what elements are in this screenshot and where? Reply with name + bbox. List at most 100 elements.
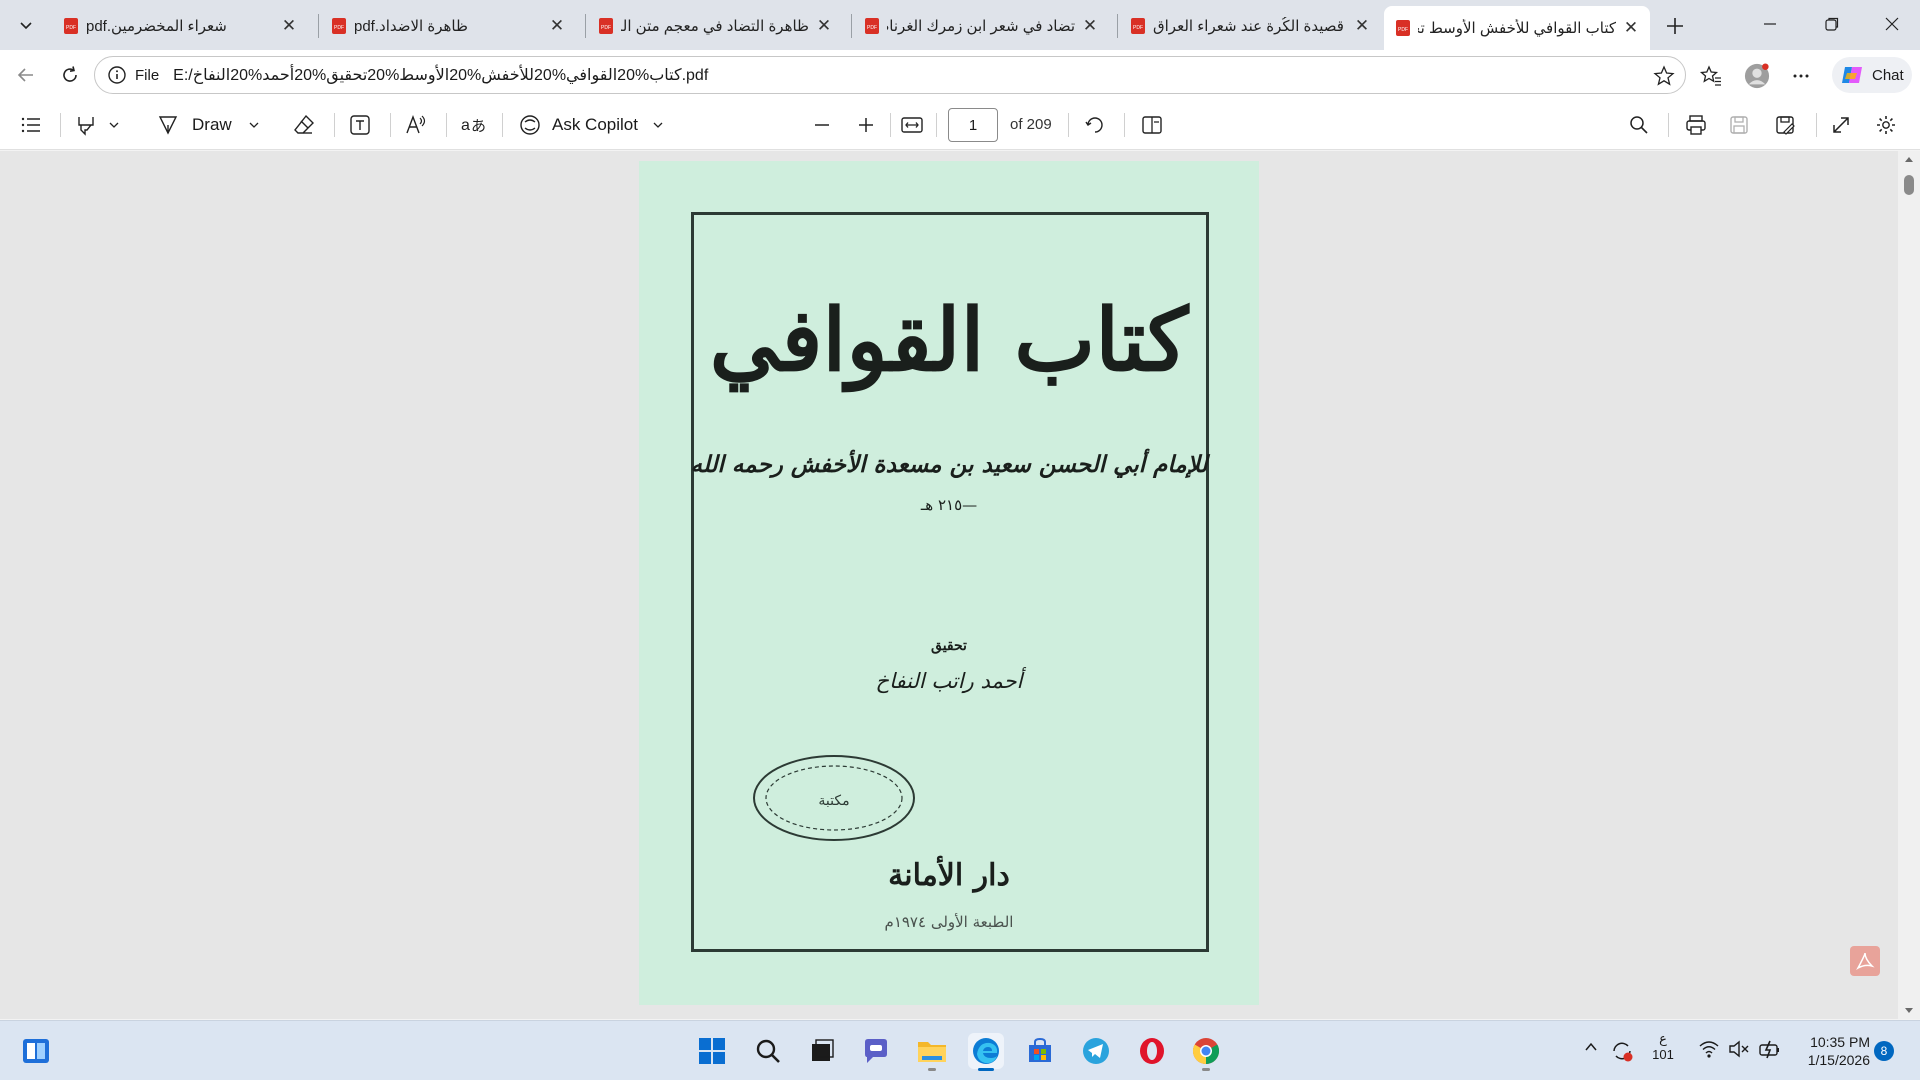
restore-button[interactable]: [1802, 0, 1862, 48]
scrollbar-thumb[interactable]: [1904, 175, 1914, 195]
widgets-button[interactable]: [18, 1033, 54, 1069]
close-window-button[interactable]: [1862, 0, 1920, 48]
clock[interactable]: 10:35 PM 1/15/2026: [1788, 1033, 1870, 1069]
pdf-toolbar: Draw aあ Ask Copilot 1 of 209: [0, 100, 1920, 150]
save-as-button[interactable]: [1774, 110, 1796, 140]
close-icon[interactable]: ✕: [1081, 16, 1099, 35]
browser-tab[interactable]: PDF ظاهرة الاضداد.pdf ✕: [320, 6, 576, 46]
table-of-contents-icon: [21, 117, 40, 133]
new-tab-button[interactable]: [1660, 11, 1690, 41]
edge-button[interactable]: [968, 1033, 1004, 1071]
start-button[interactable]: [694, 1033, 730, 1069]
pdf-icon: PDF: [1396, 20, 1410, 36]
adobe-acrobat-button[interactable]: [1850, 946, 1880, 976]
favorite-star-icon[interactable]: [1653, 65, 1675, 87]
find-button[interactable]: [1628, 110, 1650, 140]
close-icon[interactable]: ✕: [280, 16, 298, 35]
microsoft-store-button[interactable]: [1022, 1033, 1058, 1069]
browser-tab[interactable]: PDF قصيدة الكُرة عند شعراء العراق ✕: [1119, 6, 1381, 46]
sync-status-button[interactable]: [1608, 1039, 1636, 1063]
search-button[interactable]: [750, 1033, 786, 1069]
back-arrow-icon: [17, 68, 33, 82]
svg-text:a: a: [461, 117, 470, 134]
highlight-button[interactable]: [74, 110, 120, 140]
opera-button[interactable]: [1134, 1033, 1170, 1069]
copilot-chat-button[interactable]: Chat: [1832, 57, 1912, 93]
translate-button[interactable]: aあ: [460, 110, 486, 140]
page-count: of 209: [1010, 116, 1052, 133]
toolbar-separator: [390, 113, 391, 137]
pdf-settings-button[interactable]: [1875, 110, 1897, 140]
scroll-up-arrow-icon[interactable]: [1904, 155, 1914, 165]
address-bar[interactable]: File E:/كتاب%20القوافي%20للأخفش%20الأوسط…: [94, 56, 1686, 94]
toolbar-separator: [502, 113, 503, 137]
back-button[interactable]: [10, 59, 42, 91]
close-icon[interactable]: ✕: [1353, 16, 1371, 35]
close-icon[interactable]: ✕: [1622, 18, 1640, 37]
browser-tab[interactable]: PDF ظاهرة التضاد في معجم متن اللغة ✕: [587, 6, 843, 46]
toolbar-separator: [936, 113, 937, 137]
pdf-viewer[interactable]: كتاب القوافي للإمام أبي الحسن سعيد بن مس…: [0, 151, 1920, 1019]
input-language-button[interactable]: ع 101: [1648, 1031, 1678, 1063]
url-scheme: File: [135, 66, 160, 84]
edition-year: الطبعة الأولى ١٩٧٤م: [884, 913, 1014, 931]
close-icon[interactable]: ✕: [815, 16, 833, 35]
highlighter-icon: [78, 117, 94, 136]
read-aloud-button[interactable]: [404, 110, 428, 140]
chrome-icon: [1192, 1038, 1220, 1065]
draw-icon: [158, 116, 178, 135]
print-button[interactable]: [1684, 110, 1708, 140]
address-bar-row: File E:/كتاب%20القوافي%20للأخفش%20الأوسط…: [0, 50, 1920, 100]
ask-copilot-button[interactable]: Ask Copilot: [518, 110, 664, 140]
battery-button[interactable]: [1756, 1039, 1784, 1059]
browser-tab[interactable]: PDF تضاد في شعر ابن زمرك الغرناطي ✕: [853, 6, 1109, 46]
network-button[interactable]: [1696, 1039, 1722, 1059]
book-title: كتاب القوافي: [709, 290, 1189, 391]
task-view-button[interactable]: [804, 1033, 840, 1069]
file-explorer-button[interactable]: [914, 1033, 950, 1071]
page-number-input[interactable]: 1: [948, 108, 998, 142]
rotate-button[interactable]: [1084, 110, 1106, 140]
browser-tab[interactable]: PDF شعراء المخضرمين.pdf ✕: [52, 6, 308, 46]
erase-button[interactable]: [292, 110, 316, 140]
scroll-down-arrow-icon[interactable]: [1904, 1005, 1914, 1015]
zoom-out-button[interactable]: [812, 110, 832, 140]
restore-icon: [1825, 17, 1839, 31]
browser-tab-active[interactable]: PDF كتاب القوافي للأخفش الأوسط تحقيق ✕: [1384, 6, 1650, 50]
settings-and-more-button[interactable]: [1788, 63, 1814, 89]
vertical-scrollbar[interactable]: [1898, 151, 1920, 1019]
refresh-button[interactable]: [54, 59, 86, 91]
profile-button[interactable]: [1744, 63, 1770, 89]
pdf-icon: PDF: [865, 18, 879, 34]
chrome-button[interactable]: [1188, 1033, 1224, 1071]
favorites-button[interactable]: [1698, 63, 1724, 89]
contents-button[interactable]: [20, 110, 42, 140]
chevron-down-icon: [249, 122, 259, 128]
sync-icon: [1613, 1042, 1633, 1062]
telegram-button[interactable]: [1078, 1033, 1114, 1069]
save-button[interactable]: [1728, 110, 1750, 140]
chevron-down-icon: [20, 22, 32, 30]
info-icon[interactable]: [107, 65, 127, 85]
read-aloud-icon: [406, 115, 426, 134]
volume-button[interactable]: [1726, 1039, 1752, 1059]
task-view-icon: [812, 1039, 834, 1061]
notification-badge[interactable]: 8: [1874, 1041, 1894, 1061]
tab-actions-menu-button[interactable]: [10, 9, 42, 41]
zoom-in-button[interactable]: [856, 110, 876, 140]
fit-to-width-button[interactable]: [900, 110, 924, 140]
minimize-button[interactable]: [1740, 0, 1800, 48]
add-text-button[interactable]: [348, 110, 372, 140]
chat-icon: [865, 1039, 887, 1063]
search-icon: [1630, 116, 1648, 134]
page-view-button[interactable]: [1140, 110, 1164, 140]
fullscreen-button[interactable]: [1830, 110, 1852, 140]
windows-taskbar: ع 101 10:35 PM 1/15/2026 8: [0, 1020, 1920, 1080]
url-text[interactable]: E:/كتاب%20القوافي%20للأخفش%20الأوسط%20تح…: [173, 65, 708, 85]
widgets-icon: [23, 1039, 49, 1063]
tab-strip: PDF شعراء المخضرمين.pdf ✕ PDF ظاهرة الاض…: [0, 0, 1920, 50]
show-hidden-icons-button[interactable]: [1580, 1039, 1602, 1055]
draw-button[interactable]: Draw: [156, 110, 260, 140]
close-icon[interactable]: ✕: [548, 16, 566, 35]
teams-chat-button[interactable]: [858, 1033, 894, 1069]
